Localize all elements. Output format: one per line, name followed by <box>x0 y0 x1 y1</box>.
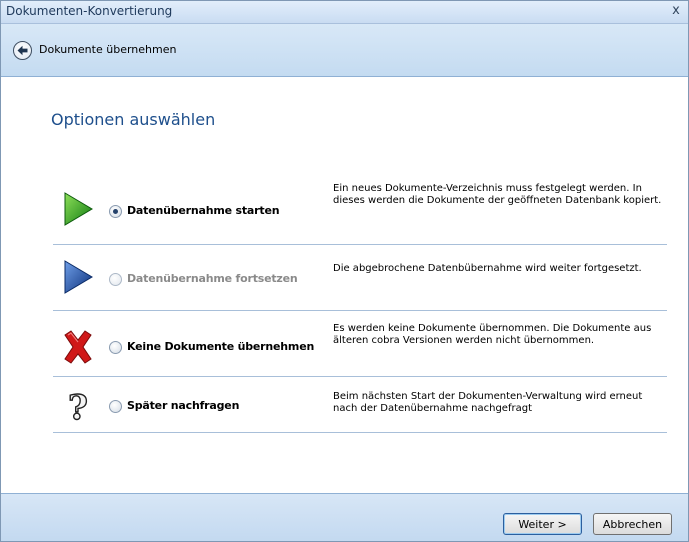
option-description: Die abgebrochene Datenbübernahme wird we… <box>333 263 642 274</box>
page-heading: Optionen auswählen <box>51 110 216 129</box>
back-arrow-icon <box>17 45 28 56</box>
next-button[interactable]: Weiter > <box>503 513 582 535</box>
separator <box>53 376 667 377</box>
svg-text:?: ? <box>68 389 88 425</box>
window-title: Dokumenten-Konvertierung <box>6 4 173 18</box>
radio-selected-dot <box>113 209 118 214</box>
question-mark-icon: ? <box>67 389 88 425</box>
dialog-window: Dokumenten-Konvertierung x Dokumente übe… <box>0 0 689 542</box>
play-green-icon <box>64 192 93 226</box>
back-button[interactable] <box>13 41 32 60</box>
option-no-documents[interactable]: Keine Dokumente übernehmen Es werden kei… <box>53 319 667 379</box>
option-label[interactable]: Später nachfragen <box>127 399 239 412</box>
button-bar: Weiter > Abbrechen <box>1 493 688 541</box>
play-blue-icon <box>64 260 93 294</box>
red-x-icon <box>64 330 92 364</box>
cancel-button[interactable]: Abbrechen <box>593 513 672 535</box>
separator <box>53 310 667 311</box>
option-continue-transfer: Datenübernahme fortsetzen Die abgebroche… <box>53 253 667 309</box>
option-description: Beim nächsten Start der Dokumenten-Verwa… <box>333 391 643 414</box>
option-label: Datenübernahme fortsetzen <box>127 272 298 285</box>
separator <box>53 244 667 245</box>
option-description: Ein neues Dokumente-Verzeichnis muss fes… <box>333 183 662 206</box>
radio-continue-transfer <box>109 273 122 286</box>
option-start-transfer[interactable]: Datenübernahme starten Ein neues Dokumen… <box>53 181 667 241</box>
radio-ask-later[interactable] <box>109 400 122 413</box>
separator <box>53 432 667 433</box>
nav-title: Dokumente übernehmen <box>39 43 177 56</box>
close-button[interactable]: x <box>668 2 684 20</box>
option-description: Es werden keine Dokumente übernommen. Di… <box>333 323 652 346</box>
nav-bar: Dokumente übernehmen <box>1 24 688 77</box>
option-label[interactable]: Keine Dokumente übernehmen <box>127 340 314 353</box>
radio-no-documents[interactable] <box>109 341 122 354</box>
option-label[interactable]: Datenübernahme starten <box>127 204 280 217</box>
option-ask-later[interactable]: ? Später nachfragen Beim nächsten Start … <box>53 385 667 435</box>
radio-start-transfer[interactable] <box>109 205 122 218</box>
title-bar: Dokumenten-Konvertierung x <box>1 1 688 24</box>
